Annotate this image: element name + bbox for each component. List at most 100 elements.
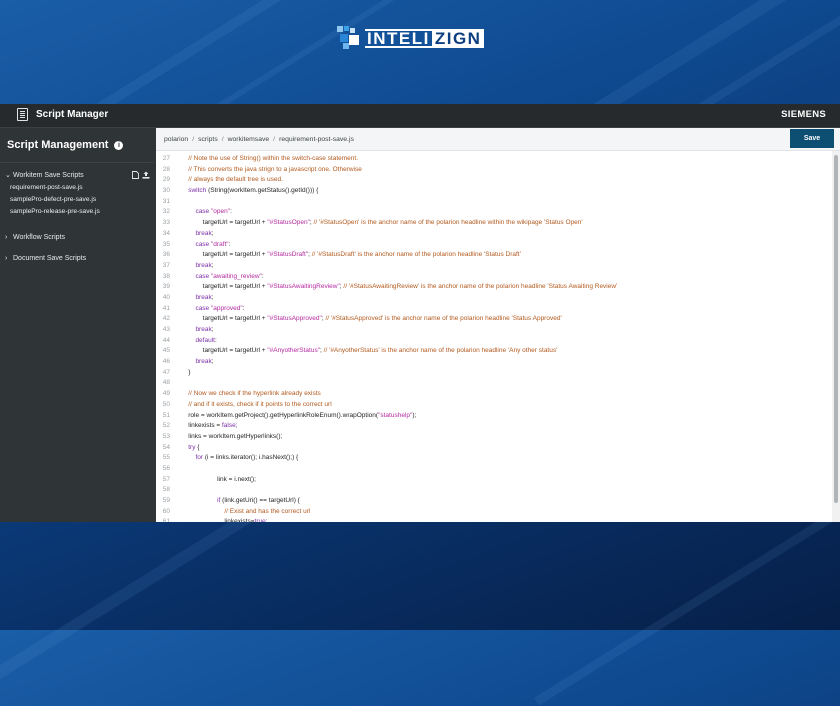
new-file-icon[interactable] bbox=[132, 171, 139, 179]
code-text: targetUrl = targetUrl + "#AnyotherStatus… bbox=[181, 346, 558, 357]
code-line[interactable]: 51 role = workItem.getProject().getHyper… bbox=[156, 411, 830, 422]
code-line[interactable]: 52 linkexists = false; bbox=[156, 421, 830, 432]
save-button[interactable]: Save bbox=[790, 129, 834, 148]
sidebar-item-script[interactable]: samplePro-defect-pre-save.js bbox=[0, 194, 154, 206]
sidebar: Script Management i ⌄ Workitem Save Scri… bbox=[0, 128, 154, 522]
line-number: 32 bbox=[162, 208, 170, 216]
code-line[interactable]: 59 if (link.getUri() == targetUrl) { bbox=[156, 496, 830, 507]
code-token: ; bbox=[211, 293, 214, 301]
code-line[interactable]: 50 // and if it exists, check if it poin… bbox=[156, 400, 830, 411]
code-line[interactable]: 38 case "awaiting_review": bbox=[156, 272, 830, 283]
code-token: targetUrl = targetUrl + bbox=[181, 251, 268, 259]
line-number: 33 bbox=[162, 219, 170, 227]
code-line[interactable]: 43 break; bbox=[156, 325, 830, 336]
line-number: 55 bbox=[162, 454, 170, 462]
code-line[interactable]: 48 bbox=[156, 378, 830, 389]
breadcrumb-item: requirement-post-save.js bbox=[279, 135, 354, 143]
line-number: 43 bbox=[162, 326, 170, 333]
line-number: 54 bbox=[162, 443, 170, 451]
code-line[interactable]: 35 case "draft": bbox=[156, 240, 830, 251]
code-token: break bbox=[181, 358, 212, 366]
code-token: // '#StatusAwaitingReview' is the anchor… bbox=[343, 283, 618, 291]
sidebar-heading: Script Management bbox=[7, 139, 109, 151]
code-line[interactable]: 57 link = i.next(); bbox=[156, 475, 830, 486]
code-token: // '#StatusDraft' is the anchor name of … bbox=[311, 251, 521, 259]
code-line[interactable]: 54 try { bbox=[156, 443, 830, 454]
code-line[interactable]: 40 break; bbox=[156, 293, 830, 304]
line-number: 59 bbox=[162, 497, 170, 504]
logo-mark-icon bbox=[337, 26, 363, 50]
code-line[interactable]: 31 bbox=[156, 197, 830, 208]
code-line[interactable]: 44 default: bbox=[156, 336, 830, 347]
code-line[interactable]: 45 targetUrl = targetUrl + "#AnyotherSta… bbox=[156, 346, 830, 357]
code-token: case bbox=[181, 272, 211, 280]
code-token: break bbox=[181, 293, 212, 301]
line-number: 37 bbox=[162, 261, 170, 269]
code-token: } bbox=[181, 368, 191, 376]
code-editor[interactable]: 27 // Note the use of String() within th… bbox=[156, 151, 830, 522]
code-text: try { bbox=[181, 443, 199, 454]
code-line[interactable]: 58 bbox=[156, 485, 830, 496]
code-text: links = workItem.getHyperlinks(); bbox=[181, 432, 282, 443]
line-number: 40 bbox=[162, 293, 170, 301]
scrollbar-thumb[interactable] bbox=[834, 155, 838, 503]
code-token: // always the default tree is used. bbox=[181, 176, 283, 184]
code-line[interactable]: 46 break; bbox=[156, 357, 830, 368]
sidebar-item-script[interactable]: samplePro-release-pre-save.js bbox=[0, 206, 154, 218]
code-token: targetUrl = targetUrl + bbox=[181, 315, 268, 323]
code-token: // '#StatusOpen' is the anchor name of t… bbox=[313, 219, 583, 227]
code-line[interactable]: 29 // always the default tree is used. bbox=[156, 175, 830, 186]
chevron-right-icon: › bbox=[5, 254, 8, 262]
code-line[interactable]: 60 // Exist and has the correct url bbox=[156, 507, 830, 518]
code-line[interactable]: 36 targetUrl = targetUrl + "#StatusDraft… bbox=[156, 250, 830, 261]
sidebar-group-label: Workflow Scripts bbox=[13, 233, 65, 241]
code-line[interactable]: 55 for (i = links.iterator(); i.hasNext(… bbox=[156, 453, 830, 464]
breadcrumb-item[interactable]: scripts bbox=[198, 136, 218, 143]
code-line[interactable]: 33 targetUrl = targetUrl + "#StatusOpen"… bbox=[156, 218, 830, 229]
code-token: : bbox=[242, 304, 245, 312]
code-line[interactable]: 56 bbox=[156, 464, 830, 475]
editor-scrollbar[interactable] bbox=[832, 151, 840, 522]
top-bar: Script Manager SIEMENS bbox=[0, 104, 840, 128]
code-token: : bbox=[261, 272, 264, 280]
code-token: // '#AnyotherStatus' is the anchor name … bbox=[323, 347, 558, 355]
code-line[interactable]: 27 // Note the use of String() within th… bbox=[156, 154, 830, 165]
code-line[interactable]: 47 } bbox=[156, 368, 830, 379]
code-token: // and if it exists, check if it points … bbox=[181, 400, 332, 408]
code-line[interactable]: 32 case "open": bbox=[156, 207, 830, 218]
line-number: 35 bbox=[162, 240, 170, 248]
code-line[interactable]: 61 linkexists=true; bbox=[156, 517, 830, 522]
info-icon[interactable]: i bbox=[114, 140, 124, 150]
upload-icon[interactable] bbox=[142, 171, 150, 179]
code-line[interactable]: 42 targetUrl = targetUrl + "#StatusAppro… bbox=[156, 314, 830, 325]
code-text: break; bbox=[181, 325, 213, 336]
breadcrumb-item[interactable]: polarion bbox=[164, 136, 188, 143]
code-line[interactable]: 30 switch (String(workItem.getStatus().g… bbox=[156, 186, 830, 197]
sidebar-group-workflow-scripts[interactable]: › Workflow Scripts bbox=[0, 230, 154, 244]
code-line[interactable]: 41 case "approved": bbox=[156, 304, 830, 315]
sidebar-group-workitem-save-scripts: ⌄ Workitem Save Scripts requirement-post… bbox=[0, 168, 154, 218]
code-line[interactable]: 37 break; bbox=[156, 261, 830, 272]
code-line[interactable]: 34 break; bbox=[156, 229, 830, 240]
sidebar-group-document-save-scripts[interactable]: › Document Save Scripts bbox=[0, 251, 154, 265]
line-number: 29 bbox=[162, 176, 170, 184]
code-token: for bbox=[181, 454, 204, 462]
code-token: "open" bbox=[210, 208, 231, 216]
code-token: ; bbox=[211, 261, 214, 269]
sidebar-item-script[interactable]: requirement-post-save.js bbox=[0, 182, 154, 194]
code-token: case bbox=[181, 240, 211, 248]
code-text: role = workItem.getProject().getHyperlin… bbox=[181, 411, 416, 422]
breadcrumb-item[interactable]: workitemsave bbox=[228, 136, 270, 143]
line-number: 41 bbox=[162, 304, 170, 312]
code-line[interactable]: 28 // This converts the java strign to a… bbox=[156, 165, 830, 176]
code-token: targetUrl = targetUrl + bbox=[181, 219, 268, 227]
logo-text-zign: ZIGN bbox=[431, 28, 485, 48]
sidebar-group-label: Document Save Scripts bbox=[13, 254, 87, 262]
code-text: link = i.next(); bbox=[181, 475, 256, 486]
sidebar-group-toggle[interactable]: ⌄ Workitem Save Scripts bbox=[0, 168, 154, 182]
code-line[interactable]: 39 targetUrl = targetUrl + "#StatusAwait… bbox=[156, 282, 830, 293]
code-token: ; bbox=[211, 229, 214, 237]
code-line[interactable]: 49 // Now we check if the hyperlink alre… bbox=[156, 389, 830, 400]
code-line[interactable]: 53 links = workItem.getHyperlinks(); bbox=[156, 432, 830, 443]
code-text: // Now we check if the hyperlink already… bbox=[181, 389, 321, 400]
